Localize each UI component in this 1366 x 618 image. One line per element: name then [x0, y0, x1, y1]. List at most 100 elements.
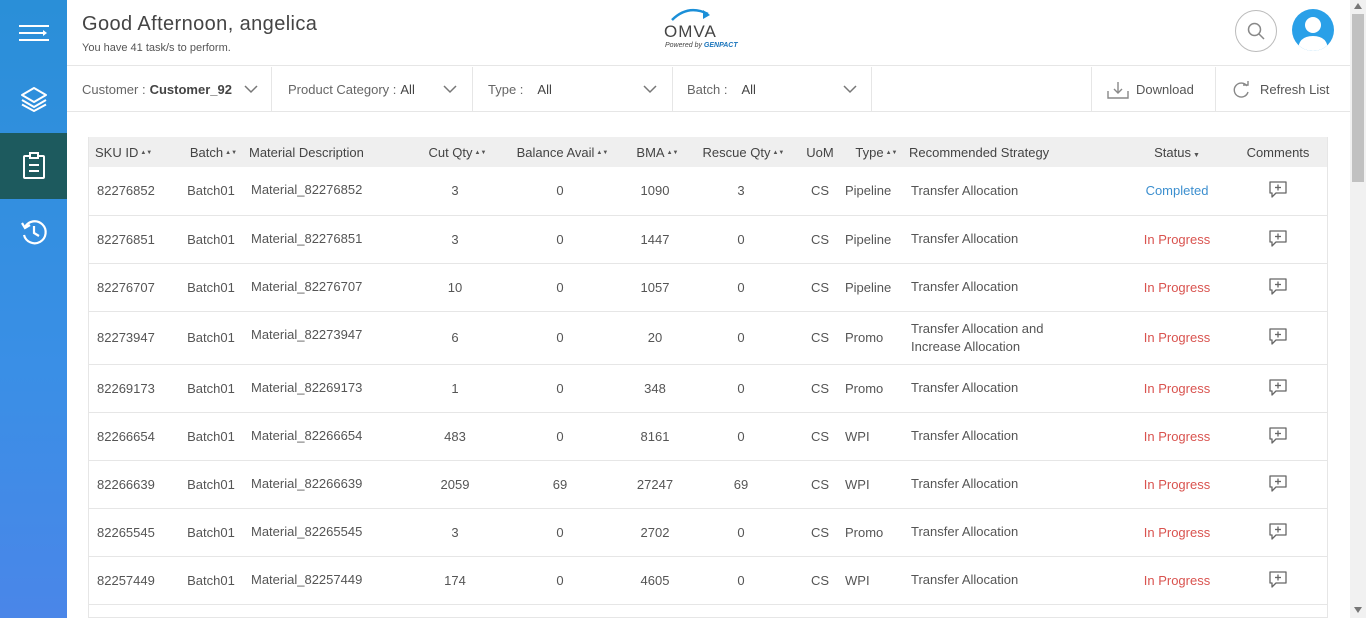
cell-sku: 82269173	[97, 380, 155, 396]
scrollbar-thumb[interactable]	[1352, 14, 1364, 182]
sidebar	[0, 0, 67, 618]
cell-material: Material_82276851	[251, 230, 363, 246]
cell-balance: 0	[556, 183, 564, 199]
cell-batch: Batch01	[187, 572, 235, 588]
add-comment-icon[interactable]	[1268, 180, 1288, 198]
table-row[interactable]: 82276707 Batch01 Material_82276707 10 0 1057 0…	[89, 263, 1327, 311]
history-icon	[20, 220, 47, 245]
chevron-down-icon	[244, 85, 258, 94]
cell-batch: Batch01	[187, 380, 235, 396]
cell-strategy: Transfer Allocation	[911, 572, 1019, 587]
download-label: Download	[1136, 82, 1194, 97]
cell-strategy: Transfer Allocation	[911, 380, 1019, 395]
table-row[interactable]: 82265545 Batch01 Material_82265545 3 0 2702 0 C…	[89, 508, 1327, 556]
comment-cell	[1227, 556, 1327, 604]
cell-cut: 174	[444, 572, 466, 588]
cell-balance: 0	[556, 330, 564, 345]
cell-material: Material_82257449	[251, 571, 363, 587]
cell-batch: Batch01	[187, 428, 235, 444]
cell-rescue: 0	[737, 572, 745, 588]
cell-material: Material_82269173	[251, 379, 363, 395]
cell-sku: 82276852	[97, 183, 155, 199]
cell-batch: Batch01	[187, 231, 235, 247]
table-row[interactable]: 82266639 Batch01 Material_82266639 2059 69 27…	[89, 460, 1327, 508]
search-button[interactable]	[1235, 10, 1277, 52]
column-header[interactable]: SKU ID ▲▼	[89, 137, 177, 167]
table-row[interactable]: 82276851 Batch01 Material_82276851 3 0 1447 0 C…	[89, 215, 1327, 263]
category-filter[interactable]: Product Category : All	[272, 67, 473, 112]
table-row[interactable]: 82269173 Batch01 Material_82269173 1 0 348 0 CS…	[89, 364, 1327, 412]
omva-logo: OMVA Powered by GENPACT	[664, 6, 754, 54]
add-comment-icon[interactable]	[1268, 327, 1288, 345]
column-header[interactable]: Type ▲▼	[843, 137, 905, 167]
type-filter[interactable]: Type : All	[473, 67, 673, 112]
cell-bma: 348	[644, 380, 666, 396]
add-comment-icon[interactable]	[1268, 474, 1288, 492]
menu-button[interactable]	[0, 0, 67, 66]
cell-strategy: Transfer Allocation	[911, 428, 1019, 443]
column-header[interactable]: Status ▼	[1127, 137, 1227, 167]
column-header: UoM	[806, 144, 834, 160]
cell-status: In Progress	[1143, 231, 1211, 247]
cell-material: Material_82273947	[251, 326, 363, 342]
add-comment-icon[interactable]	[1268, 522, 1288, 540]
cell-uom: CS	[810, 524, 830, 540]
download-icon	[1107, 81, 1129, 99]
column-header[interactable]: Cut Qty ▲▼	[415, 137, 495, 167]
column-header[interactable]: BMA ▲▼	[625, 137, 685, 167]
cell-bma: 4605	[640, 572, 670, 588]
column-header: Comments	[1246, 144, 1310, 160]
column-header[interactable]: Batch ▲▼	[177, 137, 245, 167]
sidebar-item-history[interactable]	[0, 199, 67, 265]
cell-uom: CS	[810, 231, 830, 247]
cell-cut: 483	[444, 428, 466, 444]
filter-bar: Customer : Customer_92 Product Category …	[67, 67, 1350, 112]
refresh-icon	[1233, 80, 1249, 98]
greeting: Good Afternoon, angelica	[82, 13, 318, 35]
cell-type: Pipeline	[845, 279, 892, 295]
table-row[interactable]: 82273947 Batch01 Material_82273947 6 0 20 0 CS P…	[89, 311, 1327, 364]
type-value: All	[537, 82, 552, 97]
customer-filter[interactable]: Customer : Customer_92	[67, 67, 272, 112]
cell-uom: CS	[810, 428, 830, 444]
search-icon	[1247, 22, 1265, 40]
cell-type: Pipeline	[845, 183, 892, 199]
cell-strategy: Transfer Allocation	[911, 182, 1019, 198]
cell-cut: 3	[451, 231, 459, 247]
sidebar-item-tasks[interactable]	[0, 133, 67, 199]
cell-rescue: 0	[737, 279, 745, 295]
download-button[interactable]: Download	[1091, 67, 1215, 112]
cell-material: Material_82266654	[251, 427, 363, 443]
cell-sku: 82257449	[97, 572, 155, 588]
cell-strategy: Transfer Allocation	[911, 476, 1019, 491]
sort-desc-icon: ▼	[1192, 151, 1200, 159]
comment-cell	[1227, 460, 1327, 508]
refresh-list-button[interactable]: Refresh List	[1215, 67, 1350, 112]
cell-type: WPI	[845, 428, 870, 444]
cell-sku: 82265545	[97, 524, 155, 540]
scrollbar[interactable]	[1350, 0, 1366, 618]
cell-bma: 1090	[640, 183, 670, 199]
cell-rescue: 0	[737, 524, 745, 540]
add-comment-icon[interactable]	[1268, 378, 1288, 396]
column-header[interactable]: Rescue Qty ▲▼	[685, 137, 797, 167]
column-header[interactable]: Balance Avail ▲▼	[495, 137, 625, 167]
cell-cut: 2059	[440, 476, 470, 492]
table-row[interactable]: 82266654 Batch01 Material_82266654 483 0 8161…	[89, 412, 1327, 460]
cell-cut: 10	[447, 279, 463, 295]
table-row[interactable]: 82276852 Batch01 Material_82276852 3 0 1090 3 C…	[89, 167, 1327, 215]
cell-uom: CS	[810, 279, 830, 295]
cell-status: In Progress	[1143, 428, 1211, 444]
table-row[interactable]: 82257449 Batch01 Material_82257449 174 0 4605…	[89, 556, 1327, 604]
sidebar-item-layers[interactable]	[0, 66, 67, 132]
add-comment-icon[interactable]	[1268, 277, 1288, 295]
cell-material: Material_82266639	[251, 475, 363, 491]
menu-icon	[18, 25, 49, 41]
add-comment-icon[interactable]	[1268, 426, 1288, 444]
add-comment-icon[interactable]	[1268, 229, 1288, 247]
avatar[interactable]	[1292, 9, 1334, 51]
add-comment-icon[interactable]	[1268, 570, 1288, 588]
cell-cut: 6	[451, 330, 459, 345]
batch-filter[interactable]: Batch : All	[673, 67, 872, 112]
chevron-down-icon	[643, 85, 657, 94]
